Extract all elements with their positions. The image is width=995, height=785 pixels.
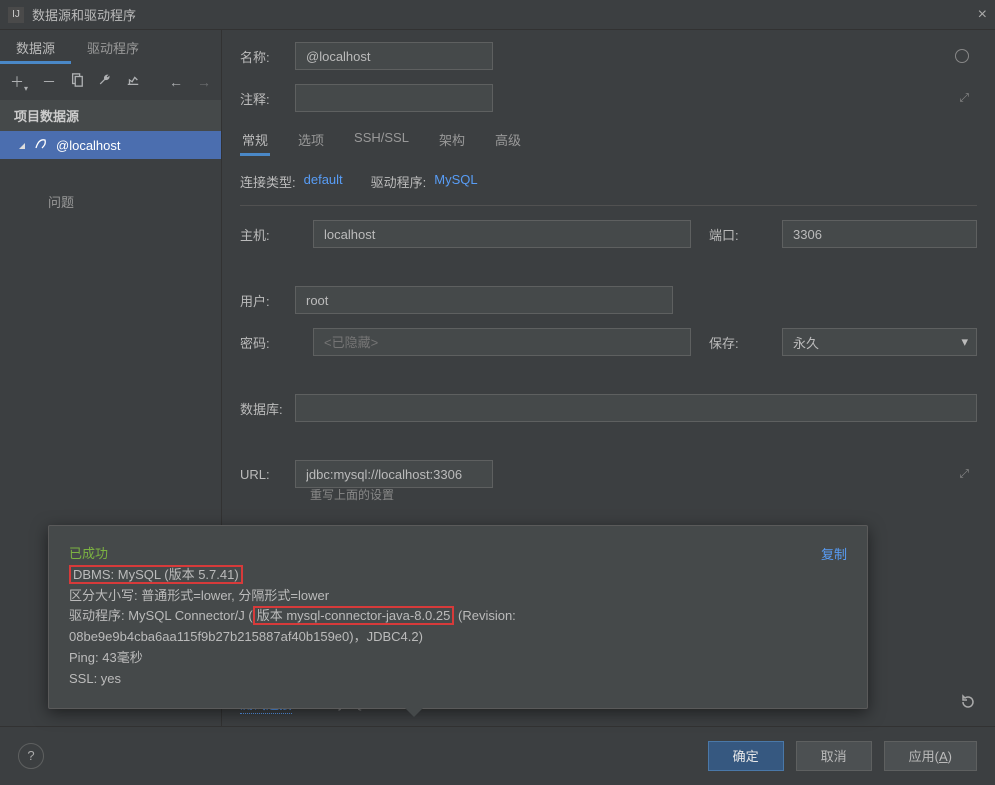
save-value: 永久	[793, 333, 819, 352]
driver-label: 驱动程序:	[371, 172, 427, 191]
password-label: 密码:	[240, 333, 295, 352]
name-input[interactable]	[295, 42, 493, 70]
url-hint: 重写上面的设置	[310, 486, 977, 503]
datasource-label: @localhost	[56, 138, 121, 153]
section-project-sources: 项目数据源	[0, 100, 221, 131]
problems-item[interactable]: 问题	[0, 187, 221, 215]
title-bar: IJ 数据源和驱动程序 ×	[0, 0, 995, 30]
driver-link[interactable]: MySQL	[434, 172, 477, 191]
port-input[interactable]	[782, 220, 977, 248]
comment-input[interactable]	[295, 84, 493, 112]
help-button[interactable]: ?	[18, 743, 44, 769]
color-indicator-icon[interactable]	[955, 49, 969, 63]
driver-line: 驱动程序: MySQL Connector/J (版本 mysql-connec…	[69, 606, 847, 627]
subtab-ssh[interactable]: SSH/SSL	[352, 126, 411, 156]
close-icon[interactable]: ×	[978, 6, 987, 24]
case-line: 区分大小写: 普通形式=lower, 分隔形式=lower	[69, 586, 847, 607]
datasource-item[interactable]: @localhost	[0, 131, 221, 159]
mysql-icon	[34, 137, 48, 154]
expand-url-icon[interactable]: ⤢	[959, 467, 969, 482]
database-input[interactable]	[295, 394, 977, 422]
comment-label: 注释:	[240, 89, 295, 108]
subtab-advanced[interactable]: 高级	[493, 126, 523, 156]
tab-datasources[interactable]: 数据源	[0, 30, 71, 64]
window-title: 数据源和驱动程序	[32, 5, 136, 24]
url-input[interactable]	[295, 460, 493, 488]
conn-type-label: 连接类型:	[240, 172, 296, 191]
revision-line: 08be9e9b4cba6aa115f9b27b215887af40b159e0…	[69, 627, 847, 648]
dbms-line: DBMS: MySQL (版本 5.7.41)	[69, 565, 243, 584]
database-label: 数据库:	[240, 399, 295, 418]
save-select[interactable]: 永久 ▾	[782, 328, 977, 356]
problems-label: 问题	[48, 192, 74, 211]
back-icon[interactable]: ←	[169, 74, 183, 90]
host-input[interactable]	[313, 220, 691, 248]
ping-line: Ping: 43毫秒	[69, 648, 847, 669]
password-input[interactable]	[313, 328, 691, 356]
conn-type-link[interactable]: default	[304, 172, 343, 191]
expand-icon[interactable]: ⤢	[959, 91, 969, 106]
ok-button[interactable]: 确定	[708, 741, 784, 771]
url-label: URL:	[240, 467, 295, 482]
add-icon[interactable]: ＋▾	[10, 72, 28, 93]
chevron-down-icon: ▾	[961, 334, 968, 350]
subtab-general[interactable]: 常规	[240, 126, 270, 156]
forward-icon[interactable]: →	[197, 74, 211, 90]
wrench-icon[interactable]	[98, 73, 112, 90]
left-toolbar: ＋▾ － ← →	[0, 64, 221, 100]
port-label: 端口:	[709, 225, 764, 244]
copy-link[interactable]: 复制	[821, 544, 847, 563]
tab-drivers[interactable]: 驱动程序	[71, 30, 155, 64]
save-label: 保存:	[709, 333, 764, 352]
host-label: 主机:	[240, 225, 295, 244]
caret-icon	[18, 138, 26, 153]
graph-icon[interactable]	[126, 73, 140, 90]
revert-icon[interactable]	[959, 693, 977, 714]
success-text: 已成功	[69, 544, 847, 565]
app-icon: IJ	[8, 7, 24, 23]
button-bar: ? 确定 取消 应用(A)	[0, 726, 995, 784]
subtab-options[interactable]: 选项	[296, 126, 326, 156]
ssl-line: SSL: yes	[69, 669, 847, 690]
apply-button[interactable]: 应用(A)	[884, 741, 977, 771]
user-label: 用户:	[240, 291, 295, 310]
connection-result-tooltip: 复制 已成功 DBMS: MySQL (版本 5.7.41) 区分大小写: 普通…	[48, 525, 868, 709]
cancel-button[interactable]: 取消	[796, 741, 872, 771]
user-input[interactable]	[295, 286, 673, 314]
remove-icon[interactable]: －	[42, 72, 56, 92]
subtab-schema[interactable]: 架构	[437, 126, 467, 156]
copy-icon[interactable]	[70, 73, 84, 90]
name-label: 名称:	[240, 47, 295, 66]
